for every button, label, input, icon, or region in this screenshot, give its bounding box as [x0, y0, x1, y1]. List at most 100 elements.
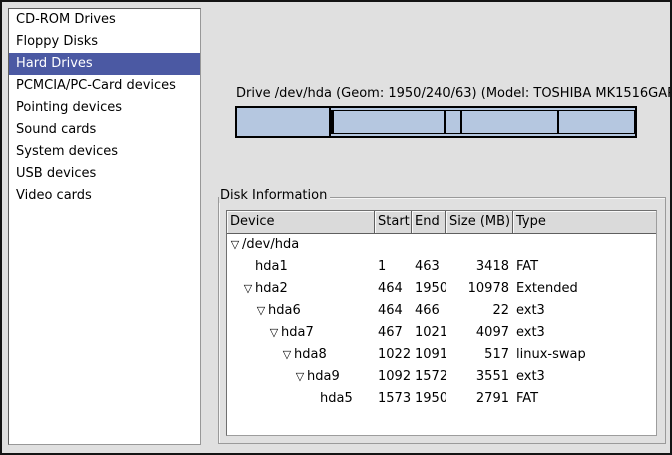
- size-cell: 3418: [446, 256, 513, 278]
- disk-table-header: DeviceStartEndSize (MB)Type: [227, 211, 656, 234]
- end-cell: 1950: [412, 278, 446, 300]
- end-cell: [412, 234, 446, 256]
- drive-info-label: Drive /dev/hda (Geom: 1950/240/63) (Mode…: [236, 86, 672, 101]
- type-cell: FAT: [513, 256, 656, 278]
- start-cell: 467: [375, 322, 412, 344]
- type-cell: ext3: [513, 300, 656, 322]
- type-cell: [513, 234, 656, 256]
- device-cell: hda1: [227, 256, 375, 278]
- column-header-start[interactable]: Start: [375, 211, 412, 233]
- device-name: hda1: [255, 256, 288, 278]
- expander-open-icon[interactable]: ▽: [293, 366, 307, 388]
- device-name: hda7: [281, 322, 314, 344]
- device-cell: ▽hda6: [227, 300, 375, 322]
- disk-row-dev-hda[interactable]: ▽/dev/hda: [227, 234, 656, 256]
- expander-open-icon[interactable]: ▽: [228, 234, 242, 256]
- end-cell: 1021: [412, 322, 446, 344]
- hardware-browser-window: CD-ROM DrivesFloppy DisksHard DrivesPCMC…: [0, 0, 672, 455]
- disk-information-group: Disk Information DeviceStartEndSize (MB)…: [218, 197, 666, 444]
- device-cell: ▽hda7: [227, 322, 375, 344]
- sidebar-item-hard-drives[interactable]: Hard Drives: [9, 53, 200, 75]
- disk-row-hda5[interactable]: hda5 157319502791FAT: [227, 388, 656, 410]
- start-cell: 464: [375, 278, 412, 300]
- size-cell: [446, 234, 513, 256]
- device-cell: ▽hda2: [227, 278, 375, 300]
- tree-indent: [227, 322, 267, 344]
- end-cell: 1572: [412, 366, 446, 388]
- end-cell: 1950: [412, 388, 446, 410]
- sidebar-item-pointing-devices[interactable]: Pointing devices: [9, 97, 200, 119]
- sidebar-item-floppy-disks[interactable]: Floppy Disks: [9, 31, 200, 53]
- expander-spacer: [241, 256, 255, 278]
- column-header-end[interactable]: End: [412, 211, 446, 233]
- disk-row-hda2[interactable]: ▽hda2464195010978Extended: [227, 278, 656, 300]
- expander-open-icon[interactable]: ▽: [280, 344, 294, 366]
- start-cell: 464: [375, 300, 412, 322]
- tree-indent: [227, 344, 280, 366]
- disk-row-hda8[interactable]: ▽hda810221091517linux-swap: [227, 344, 656, 366]
- sidebar-item-usb-devices[interactable]: USB devices: [9, 163, 200, 185]
- partition-segment-hda8: [445, 110, 461, 134]
- disk-table: DeviceStartEndSize (MB)Type ▽/dev/hdahda…: [226, 210, 657, 436]
- tree-indent: [227, 388, 306, 410]
- size-cell: 10978: [446, 278, 513, 300]
- category-list: CD-ROM DrivesFloppy DisksHard DrivesPCMC…: [8, 8, 201, 445]
- start-cell: 1022: [375, 344, 412, 366]
- end-cell: 463: [412, 256, 446, 278]
- device-cell: hda5: [227, 388, 375, 410]
- device-name: hda5: [320, 388, 353, 410]
- sidebar-item-system-devices[interactable]: System devices: [9, 141, 200, 163]
- disk-row-hda6[interactable]: ▽hda646446622ext3: [227, 300, 656, 322]
- disk-row-hda9[interactable]: ▽hda9109215723551ext3: [227, 366, 656, 388]
- size-cell: 22: [446, 300, 513, 322]
- start-cell: [375, 234, 412, 256]
- device-cell: ▽hda9: [227, 366, 375, 388]
- device-cell: ▽hda8: [227, 344, 375, 366]
- type-cell: Extended: [513, 278, 656, 300]
- size-cell: 517: [446, 344, 513, 366]
- column-header-type[interactable]: Type: [513, 211, 656, 233]
- partition-segment-hda5: [558, 110, 635, 134]
- type-cell: FAT: [513, 388, 656, 410]
- partition-segment-hda9: [461, 110, 558, 134]
- size-cell: 4097: [446, 322, 513, 344]
- device-name: hda2: [255, 278, 288, 300]
- expander-open-icon[interactable]: ▽: [267, 322, 281, 344]
- tree-indent: [227, 366, 293, 388]
- expander-open-icon[interactable]: ▽: [241, 278, 255, 300]
- sidebar-item-video-cards[interactable]: Video cards: [9, 185, 200, 207]
- tree-indent: [227, 300, 254, 322]
- disk-row-hda7[interactable]: ▽hda746710214097ext3: [227, 322, 656, 344]
- end-cell: 466: [412, 300, 446, 322]
- sidebar-item-sound-cards[interactable]: Sound cards: [9, 119, 200, 141]
- size-cell: 2791: [446, 388, 513, 410]
- sidebar-item-pcmcia-pc-card-devices[interactable]: PCMCIA/PC-Card devices: [9, 75, 200, 97]
- device-cell: ▽/dev/hda: [227, 234, 375, 256]
- start-cell: 1573: [375, 388, 412, 410]
- type-cell: linux-swap: [513, 344, 656, 366]
- sidebar-item-cd-rom-drives[interactable]: CD-ROM Drives: [9, 9, 200, 31]
- tree-indent: [227, 278, 241, 300]
- column-header-size-mb[interactable]: Size (MB): [446, 211, 513, 233]
- partition-segment-hda2-extended: [331, 108, 635, 136]
- device-name: /dev/hda: [242, 234, 299, 256]
- size-cell: 3551: [446, 366, 513, 388]
- device-name: hda9: [307, 366, 340, 388]
- disk-information-title: Disk Information: [219, 188, 330, 203]
- start-cell: 1: [375, 256, 412, 278]
- tree-indent: [227, 256, 241, 278]
- end-cell: 1091: [412, 344, 446, 366]
- device-name: hda6: [268, 300, 301, 322]
- partition-segment-hda7: [333, 110, 445, 134]
- column-header-device[interactable]: Device: [227, 211, 375, 233]
- expander-spacer: [306, 388, 320, 410]
- type-cell: ext3: [513, 366, 656, 388]
- partition-bar: [235, 106, 637, 138]
- type-cell: ext3: [513, 322, 656, 344]
- device-name: hda8: [294, 344, 327, 366]
- start-cell: 1092: [375, 366, 412, 388]
- disk-row-hda1[interactable]: hda1 14633418FAT: [227, 256, 656, 278]
- expander-open-icon[interactable]: ▽: [254, 300, 268, 322]
- disk-table-body: ▽/dev/hdahda114633418FAT▽hda246419501097…: [227, 234, 656, 435]
- partition-segment-hda1: [237, 108, 331, 136]
